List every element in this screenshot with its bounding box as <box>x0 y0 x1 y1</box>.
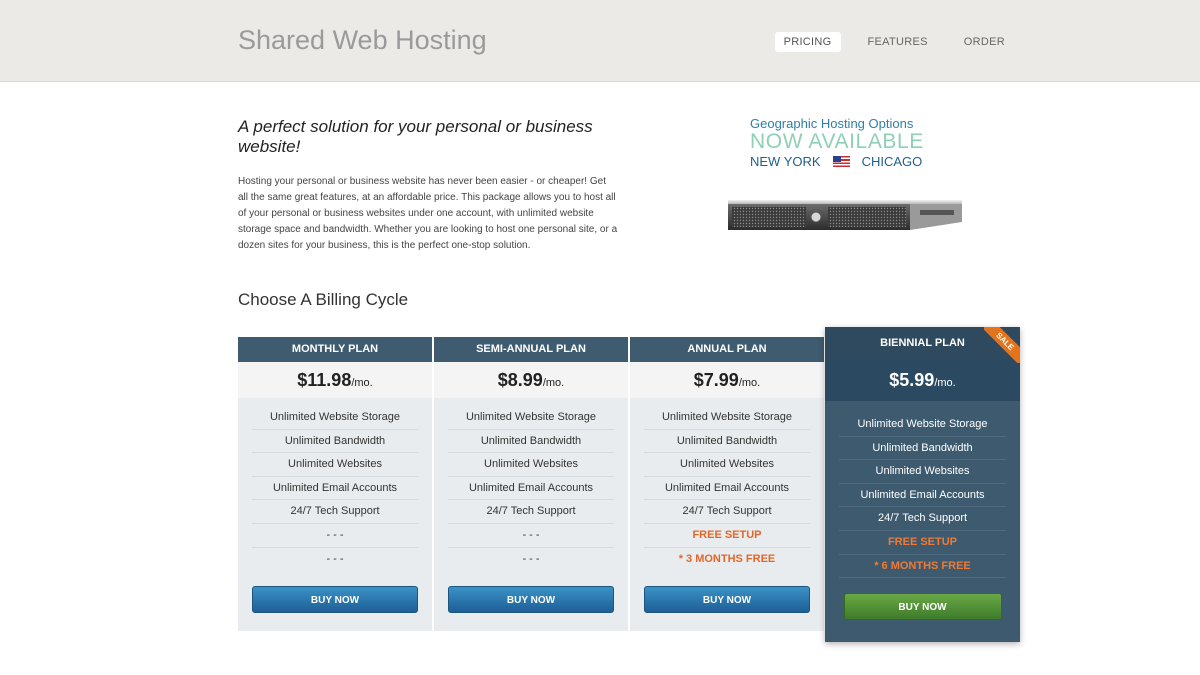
plan-feature-months-free: * 6 MONTHS FREE <box>839 555 1006 579</box>
nav-order[interactable]: ORDER <box>955 32 1014 52</box>
plan-feature: 24/7 Tech Support <box>839 507 1006 531</box>
geo-promo: Geographic Hosting Options NOW AVAILABLE… <box>668 112 1038 272</box>
plan-feature-free-setup: FREE SETUP <box>839 531 1006 555</box>
plan-price: $5.99/mo. <box>825 359 1020 401</box>
promo-locations: NEW YORK CHICAGO <box>750 154 922 169</box>
plan-feature: Unlimited Bandwidth <box>252 430 418 454</box>
plan-name: SEMI-ANNUAL PLAN <box>434 337 628 362</box>
plan-name: MONTHLY PLAN <box>238 337 432 362</box>
plan-feature: Unlimited Website Storage <box>839 413 1006 437</box>
promo-heading: Geographic Hosting Options <box>750 116 914 131</box>
plan-feature: Unlimited Website Storage <box>448 406 614 430</box>
plan-feature: Unlimited Email Accounts <box>839 484 1006 508</box>
plan-feature: Unlimited Email Accounts <box>252 477 418 501</box>
plan-feature: - - - <box>252 524 418 548</box>
plan-feature: Unlimited Email Accounts <box>644 477 810 501</box>
plan-features: Unlimited Website Storage Unlimited Band… <box>434 406 628 571</box>
intro-heading: A perfect solution for your personal or … <box>238 117 593 156</box>
buy-now-button-biennial[interactable]: BUY NOW <box>843 593 1002 621</box>
promo-available: NOW AVAILABLE <box>750 130 924 153</box>
plan-feature: Unlimited Email Accounts <box>448 477 614 501</box>
plan-monthly: MONTHLY PLAN $11.98/mo. Unlimited Websit… <box>238 337 432 631</box>
plan-feature: - - - <box>326 552 344 565</box>
server-rack-image <box>728 200 962 230</box>
plan-feature: Unlimited Bandwidth <box>644 430 810 454</box>
plan-feature: 24/7 Tech Support <box>448 500 614 524</box>
plan-feature: Unlimited Websites <box>252 453 418 477</box>
plan-feature: Unlimited Website Storage <box>252 406 418 430</box>
plan-feature-months-free: * 3 MONTHS FREE <box>678 552 776 565</box>
site-title: Shared Web Hosting <box>238 25 487 55</box>
plan-feature: Unlimited Websites <box>839 460 1006 484</box>
nav-pricing[interactable]: PRICING <box>774 32 841 52</box>
plan-price: $7.99/mo. <box>630 362 824 398</box>
plan-feature: - - - <box>448 524 614 548</box>
sale-badge: SALE <box>984 327 1020 363</box>
location-chicago: CHICAGO <box>861 154 923 169</box>
plan-feature: Unlimited Website Storage <box>644 406 810 430</box>
plan-feature: 24/7 Tech Support <box>252 500 418 524</box>
plan-features: Unlimited Website Storage Unlimited Band… <box>825 413 1020 579</box>
us-flag-icon <box>832 156 850 167</box>
plan-feature: Unlimited Websites <box>644 453 810 477</box>
plan-features: Unlimited Website Storage Unlimited Band… <box>238 406 432 571</box>
nav-features[interactable]: FEATURES <box>859 32 937 52</box>
plan-price: $8.99/mo. <box>434 362 628 398</box>
main-nav: PRICING FEATURES ORDER <box>774 32 1014 52</box>
plan-annual: ANNUAL PLAN $7.99/mo. Unlimited Website … <box>630 337 824 631</box>
plan-feature: Unlimited Bandwidth <box>448 430 614 454</box>
buy-now-button-annual[interactable]: BUY NOW <box>644 586 810 614</box>
location-new-york: NEW YORK <box>750 154 821 169</box>
plan-semi-annual: SEMI-ANNUAL PLAN $8.99/mo. Unlimited Web… <box>434 337 628 631</box>
plan-price: $11.98/mo. <box>238 362 432 398</box>
plan-name: ANNUAL PLAN <box>630 337 824 362</box>
buy-now-button-semi-annual[interactable]: BUY NOW <box>448 586 614 614</box>
plan-feature: 24/7 Tech Support <box>644 500 810 524</box>
plan-feature: Unlimited Bandwidth <box>839 437 1006 461</box>
intro-text: Hosting your personal or business websit… <box>238 176 618 251</box>
plan-biennial: SALE BIENNIAL PLAN $5.99/mo. Unlimited W… <box>825 327 1020 642</box>
billing-title: Choose A Billing Cycle <box>238 290 409 309</box>
plan-feature-free-setup: FREE SETUP <box>644 524 810 548</box>
plan-features: Unlimited Website Storage Unlimited Band… <box>630 406 824 571</box>
site-header: Shared Web Hosting PRICING FEATURES ORDE… <box>0 0 1200 82</box>
plan-feature: - - - <box>522 552 540 565</box>
buy-now-button-monthly[interactable]: BUY NOW <box>252 586 418 614</box>
plan-feature: Unlimited Websites <box>448 453 614 477</box>
